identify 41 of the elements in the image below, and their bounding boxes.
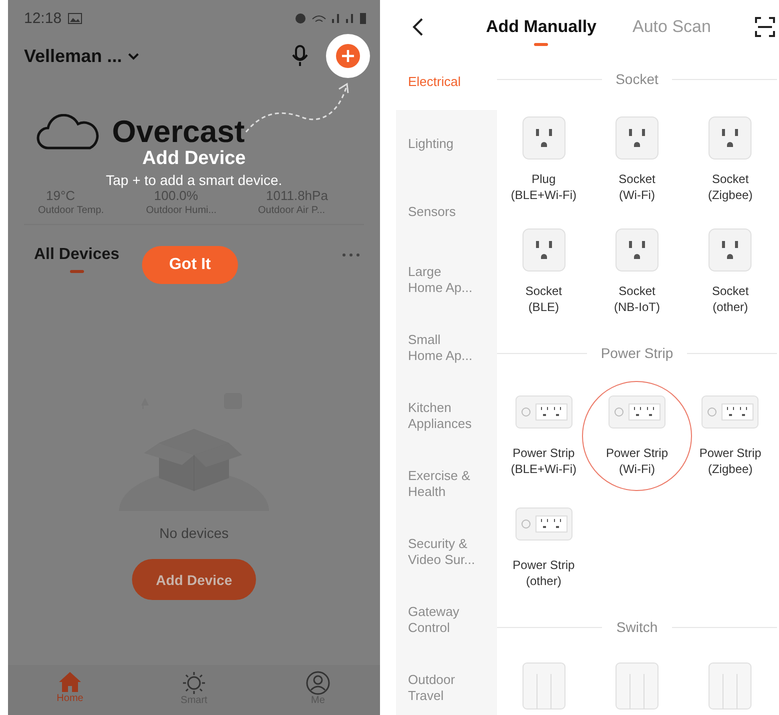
home-icon <box>58 671 82 693</box>
weather-condition: Overcast <box>112 114 245 150</box>
battery-icon <box>360 12 366 24</box>
sun-icon <box>182 671 206 695</box>
section-title: Switch <box>616 619 658 635</box>
device-label[interactable]: Power Strip (Wi-Fi) <box>606 445 668 477</box>
power-strip-icon <box>608 395 666 429</box>
section-title: Socket <box>616 71 658 87</box>
person-icon <box>306 671 330 695</box>
image-icon <box>68 12 82 24</box>
device-label[interactable]: Socket (BLE) <box>525 283 562 315</box>
status-time: 12:18 <box>24 10 62 26</box>
section-title: Power Strip <box>600 345 674 361</box>
device-label[interactable]: Socket (Zigbee) <box>708 171 753 203</box>
mode-tab[interactable]: Add Manually <box>486 8 597 46</box>
device-label[interactable]: Power Strip (Zigbee) <box>699 445 762 477</box>
add-button[interactable] <box>326 34 370 78</box>
scan-icon[interactable] <box>755 17 775 37</box>
wifi-icon <box>312 14 326 22</box>
guide-text: Tap + to add a smart device. <box>106 172 282 188</box>
signal-icon <box>332 14 340 22</box>
device-label[interactable]: Socket (other) <box>712 283 749 315</box>
more-icon[interactable] <box>342 253 360 257</box>
devices-tab[interactable]: All Devices <box>28 238 126 272</box>
chevron-down-icon[interactable] <box>128 52 140 60</box>
home-name[interactable]: Velleman ... <box>24 46 122 66</box>
microphone-icon[interactable] <box>292 45 308 67</box>
plus-icon <box>335 43 361 69</box>
device-label[interactable]: Plug (BLE+Wi-Fi) <box>510 171 576 203</box>
device-label[interactable]: Power Strip (BLE+Wi-Fi) <box>510 445 576 477</box>
mode-tab[interactable]: Auto Scan <box>632 8 711 46</box>
signal-icon <box>346 14 354 22</box>
add-device-button[interactable]: Add Device <box>132 559 256 600</box>
got-it-button[interactable]: Got It <box>142 246 238 284</box>
device-label[interactable]: Power Strip (other) <box>512 557 575 589</box>
empty-message: No devices <box>159 525 229 541</box>
back-icon[interactable] <box>412 17 424 37</box>
alarm-icon <box>295 12 306 24</box>
device-label[interactable]: Socket (NB-IoT) <box>614 283 660 315</box>
device-label[interactable]: Socket (Wi-Fi) <box>618 171 656 203</box>
guide-title: Add Device <box>142 148 246 170</box>
